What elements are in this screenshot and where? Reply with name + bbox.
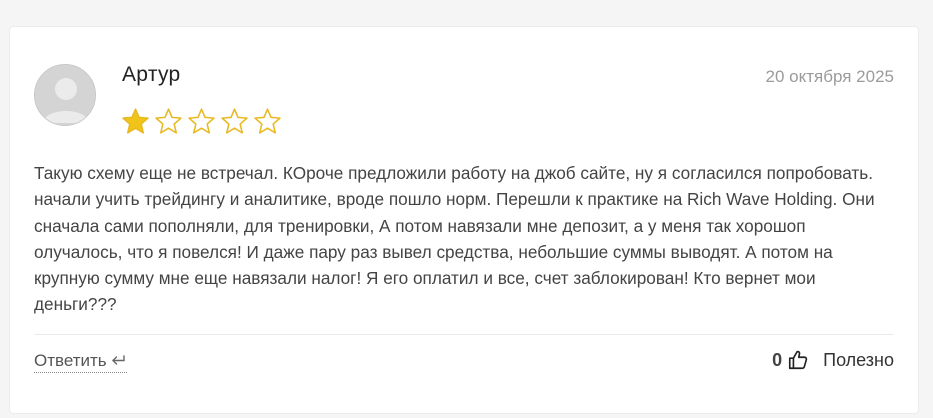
- review-text: Такую схему еще не встречал. КОроче пред…: [34, 163, 875, 315]
- star-empty-icon: [188, 108, 215, 134]
- reply-button[interactable]: Ответить: [34, 351, 127, 373]
- avatar: [34, 64, 96, 126]
- star-empty-icon: [155, 108, 182, 134]
- star-empty-icon: [254, 108, 281, 134]
- helpful-section: 0 Полезно: [772, 349, 894, 371]
- divider: [34, 334, 894, 335]
- review-card: Артур 20 октября 2025 Такую схему еще не…: [9, 26, 919, 414]
- review-author: Артур: [122, 63, 181, 86]
- reply-label: Ответить: [34, 351, 107, 370]
- rating-stars: [121, 107, 282, 136]
- review-date: 20 октября 2025: [765, 67, 894, 86]
- helpful-label: Полезно: [823, 349, 894, 370]
- helpful-count: 0: [772, 349, 783, 370]
- star-filled-icon: [122, 108, 149, 134]
- thumbs-up-icon[interactable]: [787, 349, 809, 371]
- reply-arrow-icon: [111, 355, 125, 365]
- star-empty-icon: [221, 108, 248, 134]
- user-avatar-icon: [35, 65, 95, 125]
